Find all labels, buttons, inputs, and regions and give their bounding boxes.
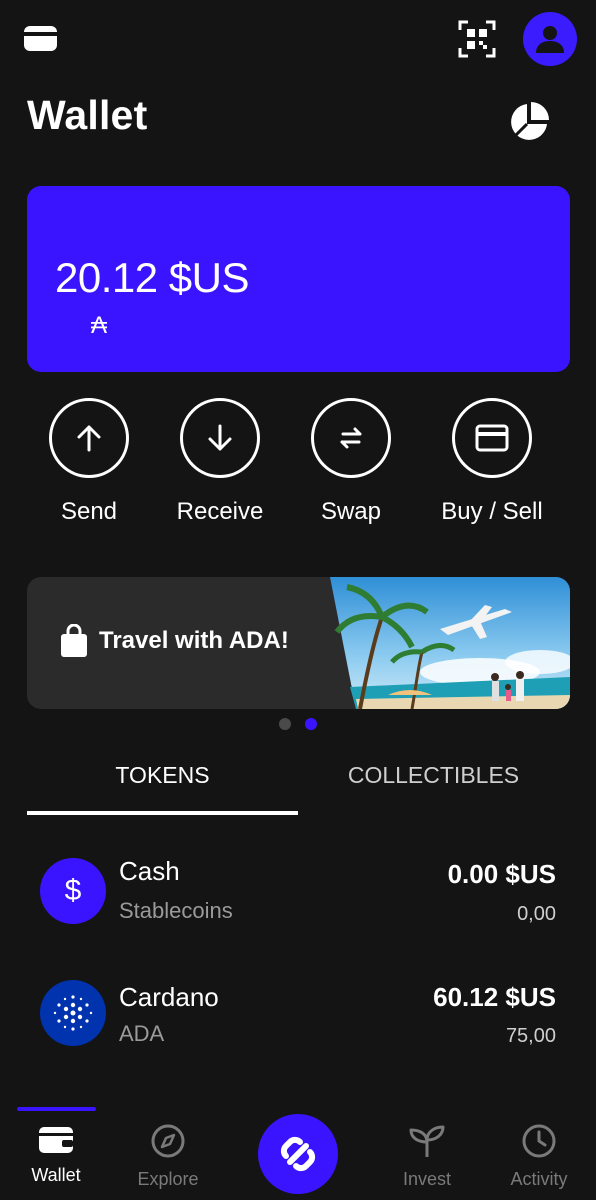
nav-wallet[interactable]: Wallet [1, 1124, 111, 1186]
token-name: Cardano [119, 982, 219, 1012]
balance-amount: 20.12 $US [55, 254, 249, 301]
receive-label: Receive [176, 498, 264, 525]
profile-icon [536, 26, 564, 53]
ada-symbol: ₳ [91, 312, 108, 339]
carousel-dot-2[interactable] [305, 718, 317, 730]
compass-icon [151, 1124, 185, 1158]
dollar-icon: $ [40, 858, 106, 924]
receive-button[interactable]: Receive [155, 398, 285, 526]
nav-explore-label: Explore [137, 1169, 199, 1189]
nav-invest-label: Invest [402, 1169, 452, 1189]
tab-collectibles[interactable]: COLLECTIBLES [298, 762, 569, 789]
pie-chart-icon[interactable] [507, 100, 551, 144]
token-name: Cash [119, 856, 180, 886]
arrow-up-icon [49, 398, 129, 478]
wallet-icon[interactable] [24, 26, 57, 51]
card-icon [452, 398, 532, 478]
swap-button[interactable]: Swap [286, 398, 416, 526]
sprout-icon [409, 1125, 445, 1157]
carousel-dot-1[interactable] [279, 718, 291, 730]
nav-invest[interactable]: Invest [372, 1124, 482, 1190]
app-logo-icon [280, 1136, 316, 1172]
token-fiat-value: 60.12 $US [433, 982, 556, 1012]
nav-activity[interactable]: Activity [484, 1124, 594, 1190]
page-title: Wallet [27, 92, 148, 138]
token-fiat-value: 0.00 $US [447, 859, 556, 889]
wallet-icon [39, 1127, 73, 1153]
profile-avatar[interactable] [523, 12, 577, 66]
swap-label: Swap [320, 498, 382, 525]
send-button[interactable]: Send [24, 398, 154, 526]
arrow-down-icon [180, 398, 260, 478]
token-subtitle: Stablecoins [119, 898, 233, 923]
app-logo-button[interactable] [258, 1114, 338, 1194]
tab-active-indicator [27, 811, 298, 815]
qr-scan-icon[interactable] [458, 20, 496, 58]
send-label: Send [60, 498, 118, 525]
clock-icon [522, 1124, 556, 1158]
token-amount: 0,00 [517, 903, 556, 925]
nav-activity-label: Activity [510, 1169, 568, 1189]
buy-sell-button[interactable]: Buy / Sell [427, 398, 557, 526]
swap-icon [311, 398, 391, 478]
shopping-bag-icon [60, 623, 88, 658]
cardano-icon [40, 980, 106, 1046]
nav-wallet-label: Wallet [31, 1165, 81, 1185]
nav-active-indicator [17, 1107, 96, 1111]
buy-sell-label: Buy / Sell [441, 498, 543, 525]
token-amount: 75,00 [505, 1025, 556, 1047]
nav-explore[interactable]: Explore [113, 1124, 223, 1190]
tab-tokens[interactable]: TOKENS [27, 762, 298, 789]
token-subtitle: ADA [119, 1021, 165, 1046]
banner-text: Travel with ADA! [99, 627, 289, 654]
travel-banner-image [330, 577, 570, 709]
